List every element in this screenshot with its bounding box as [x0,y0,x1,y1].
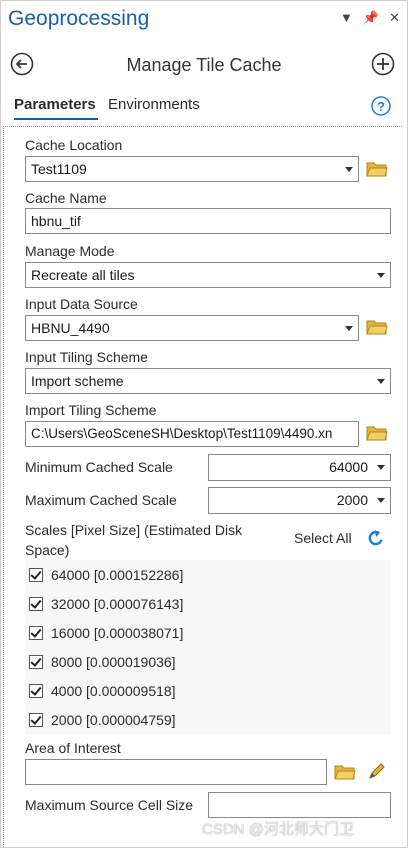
import-tiling-scheme-value: C:\Users\GeoSceneSH\Desktop\Test1109\449… [31,426,333,441]
area-of-interest-input[interactable] [25,759,327,785]
tool-header: Manage Tile Cache [0,46,408,86]
chevron-down-icon [377,273,385,278]
scale-row[interactable]: 16000 [0.000038071] [29,621,183,645]
cache-location-dropdown[interactable]: Test1109 [25,156,359,182]
manage-mode-value: Recreate all tiles [31,267,135,283]
cache-name-input[interactable]: hbnu_tif [25,208,391,234]
folder-icon[interactable] [334,763,356,781]
input-data-source-value: HBNU_4490 [31,320,110,336]
active-tab-indicator [14,118,98,120]
max-cached-scale-value: 2000 [336,492,368,508]
min-cached-scale-value: 64000 [329,459,368,475]
select-all-button[interactable]: Select All [294,530,352,546]
import-tiling-scheme-label: Import Tiling Scheme [25,402,157,418]
tab-parameters[interactable]: Parameters [14,96,96,113]
checkbox[interactable] [29,568,43,582]
cache-location-value: Test1109 [31,161,87,177]
pencil-icon[interactable] [367,761,387,781]
scale-label: 8000 [0.000019036] [51,654,176,670]
help-icon[interactable]: ? [371,96,391,116]
import-tiling-scheme-input[interactable]: C:\Users\GeoSceneSH\Desktop\Test1109\449… [25,421,359,447]
scale-row[interactable]: 8000 [0.000019036] [29,650,176,674]
max-cached-scale-label: Maximum Cached Scale [25,492,177,508]
svg-text:?: ? [377,99,385,114]
input-data-source-dropdown[interactable]: HBNU_4490 [25,315,359,341]
reset-icon[interactable] [366,528,386,548]
add-icon[interactable] [371,52,395,76]
manage-mode-dropdown[interactable]: Recreate all tiles [25,262,391,288]
folder-icon[interactable] [366,318,388,336]
manage-mode-label: Manage Mode [25,243,115,259]
checkbox[interactable] [29,626,43,640]
min-cached-scale-label: Minimum Cached Scale [25,459,173,475]
chevron-down-icon [377,379,385,384]
chevron-down-icon [377,465,385,470]
min-cached-scale-dropdown[interactable]: 64000 [208,454,391,481]
chevron-down-icon [345,326,353,331]
max-source-cell-size-label: Maximum Source Cell Size [25,797,194,813]
scale-label: 32000 [0.000076143] [51,596,184,612]
scale-label: 16000 [0.000038071] [51,625,184,641]
input-tiling-scheme-value: Import scheme [31,373,124,389]
scales-label: Scales [Pixel Size] (Estimated Disk Spac… [25,522,243,558]
scale-row[interactable]: 32000 [0.000076143] [29,592,183,616]
tool-title: Manage Tile Cache [126,55,282,75]
folder-icon[interactable] [366,160,388,178]
scale-row[interactable]: 4000 [0.000009518] [29,679,176,703]
watermark: CSDN @河北师大门卫 [202,821,354,838]
scale-label: 2000 [0.000004759] [51,712,176,728]
checkbox[interactable] [29,655,43,669]
max-source-cell-size-input[interactable] [208,792,391,818]
pane-controls: ▼ 📌 ✕ [340,10,400,26]
pane-menu-icon[interactable]: ▼ [340,10,353,26]
title-bar: Geoprocessing ▼ 📌 ✕ [0,0,408,40]
scale-row[interactable]: 64000 [0.000152286] [29,563,183,587]
input-data-source-label: Input Data Source [25,296,138,312]
scale-row[interactable]: 2000 [0.000004759] [29,708,176,732]
folder-icon[interactable] [366,424,388,442]
scale-label: 4000 [0.000009518] [51,683,176,699]
pin-icon[interactable]: 📌 [363,10,379,26]
cache-location-label: Cache Location [25,137,123,153]
checkbox[interactable] [29,684,43,698]
max-cached-scale-dropdown[interactable]: 2000 [208,487,391,514]
tab-environments[interactable]: Environments [108,96,200,113]
input-tiling-scheme-dropdown[interactable]: Import scheme [25,368,391,394]
checkbox[interactable] [29,597,43,611]
checkbox[interactable] [29,713,43,727]
chevron-down-icon [345,167,353,172]
input-tiling-scheme-label: Input Tiling Scheme [25,349,148,365]
cache-name-value: hbnu_tif [31,213,81,229]
pane-title: Geoprocessing [8,7,150,30]
area-of-interest-label: Area of Interest [25,740,121,756]
scale-label: 64000 [0.000152286] [51,567,184,583]
scales-checklist: 64000 [0.000152286] 32000 [0.000076143] … [25,560,391,734]
cache-name-label: Cache Name [25,190,107,206]
chevron-down-icon [377,498,385,503]
close-icon[interactable]: ✕ [389,10,400,26]
